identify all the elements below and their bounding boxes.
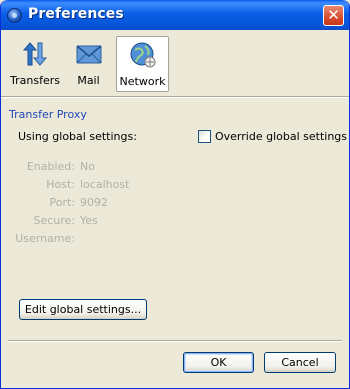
preferences-toolbar: Transfers Mail Network: [1, 30, 349, 96]
section-title: Transfer Proxy: [9, 108, 87, 121]
toolbar-label-transfers: Transfers: [10, 74, 60, 87]
toolbar-divider-highlight: [1, 97, 349, 98]
override-checkbox[interactable]: [198, 130, 211, 143]
field-value: No: [80, 160, 95, 173]
field-label: Port:: [49, 196, 75, 209]
cancel-button[interactable]: Cancel: [264, 352, 336, 373]
field-row-username: Username:: [1, 232, 349, 246]
toolbar-label-network: Network: [119, 75, 166, 88]
app-icon: [7, 8, 22, 23]
field-label: Username:: [15, 232, 75, 245]
override-label[interactable]: Override global settings: [215, 130, 347, 143]
toolbar-label-mail: Mail: [77, 74, 100, 87]
override-global-settings[interactable]: Override global settings: [198, 130, 348, 146]
bottom-divider-highlight: [8, 341, 342, 342]
field-value: localhost: [80, 178, 130, 191]
close-button[interactable]: ✕: [323, 5, 344, 26]
mail-icon: [76, 45, 101, 64]
preferences-dialog: Preferences ✕ Transfers Mail Network Tra…: [0, 0, 350, 389]
field-value: Yes: [80, 214, 98, 227]
field-label: Enabled:: [26, 160, 75, 173]
network-icon: [130, 42, 155, 68]
toolbar-item-transfers[interactable]: Transfers: [9, 36, 61, 92]
field-label: Host:: [46, 178, 75, 191]
field-row-enabled: Enabled: No: [1, 160, 349, 174]
close-icon: ✕: [327, 6, 340, 24]
edit-global-settings-button[interactable]: Edit global settings...: [19, 299, 147, 320]
title-bar[interactable]: Preferences ✕: [1, 0, 349, 30]
field-value: 9092: [80, 196, 108, 209]
field-row-port: Port: 9092: [1, 196, 349, 210]
field-label: Secure:: [33, 214, 75, 227]
using-global-settings-label: Using global settings:: [18, 130, 137, 143]
toolbar-item-mail[interactable]: Mail: [66, 36, 111, 92]
field-row-host: Host: localhost: [1, 178, 349, 192]
field-row-secure: Secure: Yes: [1, 214, 349, 228]
ok-button[interactable]: OK: [183, 352, 254, 373]
transfers-icon: [22, 42, 48, 66]
toolbar-item-network[interactable]: Network: [116, 36, 169, 92]
window-title: Preferences: [28, 6, 124, 22]
